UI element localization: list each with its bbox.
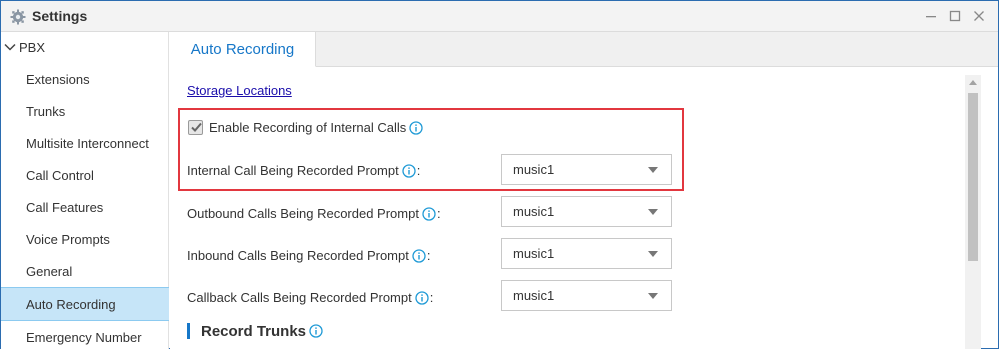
callback-prompt-select[interactable]: music1 bbox=[501, 280, 672, 311]
sidebar-item-call-features[interactable]: Call Features bbox=[1, 191, 169, 223]
window-title: Settings bbox=[32, 8, 88, 24]
sidebar: PBX Extensions Trunks Multisite Intercon… bbox=[1, 32, 169, 349]
minimize-button[interactable] bbox=[921, 6, 941, 26]
info-icon[interactable] bbox=[409, 120, 423, 135]
label-colon: : bbox=[426, 248, 431, 263]
select-value: music1 bbox=[513, 288, 555, 303]
sidebar-item-extensions[interactable]: Extensions bbox=[1, 63, 169, 95]
sidebar-section-pbx[interactable]: PBX bbox=[1, 32, 169, 62]
inbound-prompt-select[interactable]: music1 bbox=[501, 238, 672, 269]
tab-label: Auto Recording bbox=[190, 40, 295, 58]
inbound-prompt-row: Inbound Calls Being Recorded Prompt : bbox=[187, 248, 430, 263]
outbound-prompt-row: Outbound Calls Being Recorded Prompt : bbox=[187, 206, 441, 221]
record-trunks-header: Record Trunks bbox=[187, 322, 323, 340]
sidebar-item-label: Auto Recording bbox=[26, 296, 116, 312]
scroll-up-arrow-icon[interactable] bbox=[969, 80, 977, 85]
maximize-button[interactable] bbox=[945, 6, 965, 26]
settings-window: Settings PBX Extensions Trunks Multisite… bbox=[0, 0, 999, 349]
close-button[interactable] bbox=[969, 6, 989, 26]
gear-icon bbox=[10, 9, 26, 25]
vertical-scrollbar[interactable] bbox=[965, 75, 981, 349]
info-icon[interactable] bbox=[402, 163, 416, 178]
section-title: Record Trunks bbox=[201, 322, 307, 340]
checkmark-icon bbox=[191, 122, 202, 132]
storage-locations-link[interactable]: Storage Locations bbox=[187, 83, 292, 98]
internal-prompt-row: Internal Call Being Recorded Prompt : bbox=[187, 163, 420, 178]
internal-prompt-label: Internal Call Being Recorded Prompt bbox=[187, 163, 399, 178]
title-bar: Settings bbox=[1, 1, 998, 32]
sidebar-item-label: Emergency Number bbox=[26, 329, 142, 345]
dropdown-caret-icon bbox=[648, 167, 658, 173]
info-icon[interactable] bbox=[422, 206, 436, 221]
sidebar-item-label: Voice Prompts bbox=[26, 231, 110, 247]
sidebar-item-label: Multisite Interconnect bbox=[26, 135, 149, 151]
sidebar-item-multisite-interconnect[interactable]: Multisite Interconnect bbox=[1, 127, 169, 159]
enable-internal-recording-label: Enable Recording of Internal Calls bbox=[209, 120, 407, 135]
label-colon: : bbox=[429, 290, 434, 305]
sidebar-item-auto-recording[interactable]: Auto Recording bbox=[1, 287, 169, 321]
label-colon: : bbox=[416, 163, 421, 178]
internal-prompt-select[interactable]: music1 bbox=[501, 154, 672, 185]
sidebar-item-call-control[interactable]: Call Control bbox=[1, 159, 169, 191]
enable-internal-recording-checkbox[interactable] bbox=[188, 120, 203, 135]
dropdown-caret-icon bbox=[648, 251, 658, 257]
sidebar-item-emergency-number[interactable]: Emergency Number bbox=[1, 321, 169, 349]
sidebar-item-label: Extensions bbox=[26, 71, 90, 87]
callback-prompt-label: Callback Calls Being Recorded Prompt bbox=[187, 290, 412, 305]
section-accent-bar bbox=[187, 323, 190, 339]
sidebar-item-trunks[interactable]: Trunks bbox=[1, 95, 169, 127]
dropdown-caret-icon bbox=[648, 293, 658, 299]
auto-recording-panel: Storage Locations Enable Recording of In… bbox=[170, 67, 965, 349]
sidebar-item-label: Trunks bbox=[26, 103, 66, 119]
inbound-prompt-label: Inbound Calls Being Recorded Prompt bbox=[187, 248, 409, 263]
outbound-prompt-select[interactable]: music1 bbox=[501, 196, 672, 227]
minimize-icon bbox=[926, 16, 936, 18]
info-icon[interactable] bbox=[412, 248, 426, 263]
sidebar-item-label: General bbox=[26, 263, 73, 279]
sidebar-item-general[interactable]: General bbox=[1, 255, 169, 287]
sidebar-item-label: Call Control bbox=[26, 167, 94, 183]
chevron-down-icon bbox=[4, 43, 16, 51]
outbound-prompt-label: Outbound Calls Being Recorded Prompt bbox=[187, 206, 419, 221]
tab-bar: Auto Recording bbox=[170, 32, 998, 67]
label-colon: : bbox=[436, 206, 441, 221]
enable-internal-recording-row: Enable Recording of Internal Calls bbox=[188, 120, 423, 135]
dropdown-caret-icon bbox=[648, 209, 658, 215]
info-icon[interactable] bbox=[415, 290, 429, 305]
sidebar-item-voice-prompts[interactable]: Voice Prompts bbox=[1, 223, 169, 255]
info-icon[interactable] bbox=[309, 324, 323, 338]
select-value: music1 bbox=[513, 246, 555, 261]
sidebar-section-label: PBX bbox=[19, 39, 46, 55]
select-value: music1 bbox=[513, 162, 555, 177]
sidebar-item-label: Call Features bbox=[26, 199, 104, 215]
close-icon bbox=[974, 11, 984, 21]
scrollbar-thumb[interactable] bbox=[968, 93, 978, 261]
select-value: music1 bbox=[513, 204, 555, 219]
maximize-icon bbox=[949, 10, 961, 22]
callback-prompt-row: Callback Calls Being Recorded Prompt : bbox=[187, 290, 433, 305]
tab-auto-recording[interactable]: Auto Recording bbox=[170, 32, 316, 67]
